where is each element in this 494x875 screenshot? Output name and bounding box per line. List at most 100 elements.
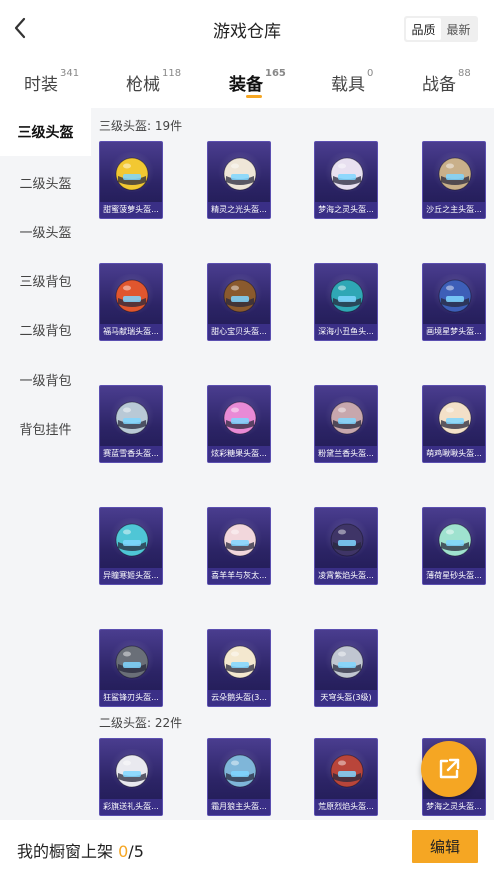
helmet-icon	[327, 518, 367, 562]
sidebar-item-backpack-charm[interactable]: 背包挂件	[0, 404, 91, 452]
item-card[interactable]: 粉黛兰香头盔...	[314, 385, 378, 463]
item-card[interactable]: 云朵鹅头盔(3...	[207, 629, 271, 707]
sort-quality-option[interactable]: 品质	[406, 18, 441, 40]
helmet-icon	[112, 518, 152, 562]
tab-count: 118	[162, 68, 182, 79]
tab-supplies[interactable]: 战备88	[422, 68, 471, 95]
sidebar-item-level1-helmet[interactable]: 一级头盔	[0, 207, 91, 255]
top-bar: 游戏仓库 品质 最新	[0, 0, 494, 56]
item-name: 精灵之光头盔...	[208, 202, 270, 218]
item-name: 异瞳寒姬头盔...	[100, 568, 162, 584]
item-name: 荒原烈焰头盔...	[315, 799, 377, 815]
item-name: 炫彩糖果头盔...	[208, 446, 270, 462]
helmet-icon	[435, 518, 475, 562]
sidebar-item-level1-backpack[interactable]: 一级背包	[0, 355, 91, 403]
tab-label: 装备	[229, 75, 263, 95]
item-card[interactable]: 狂鲨锋刃头盔...	[99, 629, 163, 707]
item-card[interactable]: 梦海之灵头盔...	[314, 141, 378, 219]
tab-count: 0	[367, 68, 374, 79]
sidebar-item-level3-backpack[interactable]: 三级背包	[0, 256, 91, 304]
edit-button[interactable]: 编辑	[412, 830, 478, 863]
item-card[interactable]: 霜月狼主头盔...	[207, 738, 271, 816]
active-tab-indicator	[246, 95, 262, 98]
helmet-icon	[112, 396, 152, 440]
helmet-icon	[435, 396, 475, 440]
item-name: 云朵鹅头盔(3...	[208, 690, 270, 706]
tab-weapons[interactable]: 枪械118	[126, 68, 182, 95]
tab-vehicles[interactable]: 载具0	[331, 68, 374, 95]
section-title-level3-helmet: 三级头盔: 19件	[99, 119, 183, 133]
sidebar: 三级头盔 二级头盔 一级头盔 三级背包 二级背包 一级背包 背包挂件	[0, 108, 91, 820]
helmet-icon	[327, 640, 367, 684]
sidebar-item-level2-helmet[interactable]: 二级头盔	[0, 158, 91, 206]
helmet-icon	[327, 749, 367, 793]
showcase-count: 0	[118, 842, 129, 861]
item-card[interactable]: 画境星梦头盔...	[422, 263, 486, 341]
tab-label: 枪械	[126, 75, 160, 95]
sidebar-item-level3-helmet[interactable]: 三级头盔	[0, 108, 91, 156]
tab-label: 载具	[331, 75, 365, 95]
helmet-icon	[220, 152, 260, 196]
helmet-icon	[220, 749, 260, 793]
category-tabs: 时装341 枪械118 装备165 载具0 战备88	[0, 58, 494, 106]
item-name: 赛蓝雪香头盔...	[100, 446, 162, 462]
tab-label: 时装	[24, 75, 58, 95]
item-card[interactable]: 萌鸡啾啾头盔...	[422, 385, 486, 463]
item-card[interactable]: 薄荷星砂头盔...	[422, 507, 486, 585]
item-name: 天穹头盔(3级)	[315, 690, 377, 706]
helmet-icon	[112, 274, 152, 318]
helmet-icon	[112, 749, 152, 793]
item-name: 喜羊羊与灰太...	[208, 568, 270, 584]
helmet-icon	[220, 274, 260, 318]
tab-fashion[interactable]: 时装341	[24, 68, 80, 95]
item-name: 彩旗送礼头盔...	[100, 799, 162, 815]
helmet-icon	[327, 396, 367, 440]
tab-label: 战备	[422, 75, 456, 95]
item-name: 深海小丑鱼头...	[315, 324, 377, 340]
item-name: 甜蜜菠萝头盔...	[100, 202, 162, 218]
tab-count: 341	[60, 68, 80, 79]
helmet-icon	[435, 152, 475, 196]
item-card[interactable]: 赛蓝雪香头盔...	[99, 385, 163, 463]
tab-equipment[interactable]: 装备165	[229, 68, 286, 95]
item-name: 梦海之灵头盔...	[423, 799, 485, 815]
item-card[interactable]: 荒原烈焰头盔...	[314, 738, 378, 816]
tab-count: 88	[458, 68, 471, 79]
helmet-icon	[435, 274, 475, 318]
item-grid-area: 三级头盔: 19件 二级头盔: 22件 甜蜜菠萝头盔... 精灵之光头盔... 梦海…	[91, 108, 494, 820]
section-title-level2-helmet: 二级头盔: 22件	[99, 716, 183, 730]
showcase-status: 我的橱窗上架 0/5	[17, 838, 144, 862]
item-card[interactable]: 天穹头盔(3级)	[314, 629, 378, 707]
helmet-icon	[112, 640, 152, 684]
share-button[interactable]	[421, 741, 477, 797]
item-card[interactable]: 炫彩糖果头盔...	[207, 385, 271, 463]
item-card[interactable]: 异瞳寒姬头盔...	[99, 507, 163, 585]
item-card[interactable]: 甜蜜菠萝头盔...	[99, 141, 163, 219]
item-name: 霜月狼主头盔...	[208, 799, 270, 815]
item-card[interactable]: 福马献瑞头盔...	[99, 263, 163, 341]
item-card[interactable]: 精灵之光头盔...	[207, 141, 271, 219]
helmet-icon	[327, 152, 367, 196]
item-card[interactable]: 彩旗送礼头盔...	[99, 738, 163, 816]
item-name: 画境星梦头盔...	[423, 324, 485, 340]
item-name: 沙丘之主头盔...	[423, 202, 485, 218]
item-card[interactable]: 深海小丑鱼头...	[314, 263, 378, 341]
sidebar-item-level2-backpack[interactable]: 二级背包	[0, 305, 91, 353]
sort-newest-option[interactable]: 最新	[441, 18, 476, 40]
item-name: 萌鸡啾啾头盔...	[423, 446, 485, 462]
item-name: 凌霄紫焰头盔...	[315, 568, 377, 584]
item-name: 狂鲨锋刃头盔...	[100, 690, 162, 706]
item-card[interactable]: 喜羊羊与灰太...	[207, 507, 271, 585]
tab-count: 165	[265, 68, 286, 79]
sort-toggle: 品质 最新	[404, 16, 478, 42]
item-name: 福马献瑞头盔...	[100, 324, 162, 340]
item-card[interactable]: 凌霄紫焰头盔...	[314, 507, 378, 585]
item-name: 梦海之灵头盔...	[315, 202, 377, 218]
showcase-total: /5	[128, 842, 144, 861]
helmet-icon	[327, 274, 367, 318]
bottom-bar: 我的橱窗上架 0/5 编辑	[0, 820, 494, 875]
item-name: 薄荷星砂头盔...	[423, 568, 485, 584]
showcase-label: 我的橱窗上架	[17, 842, 114, 861]
item-card[interactable]: 甜心宝贝头盔...	[207, 263, 271, 341]
item-card[interactable]: 沙丘之主头盔...	[422, 141, 486, 219]
